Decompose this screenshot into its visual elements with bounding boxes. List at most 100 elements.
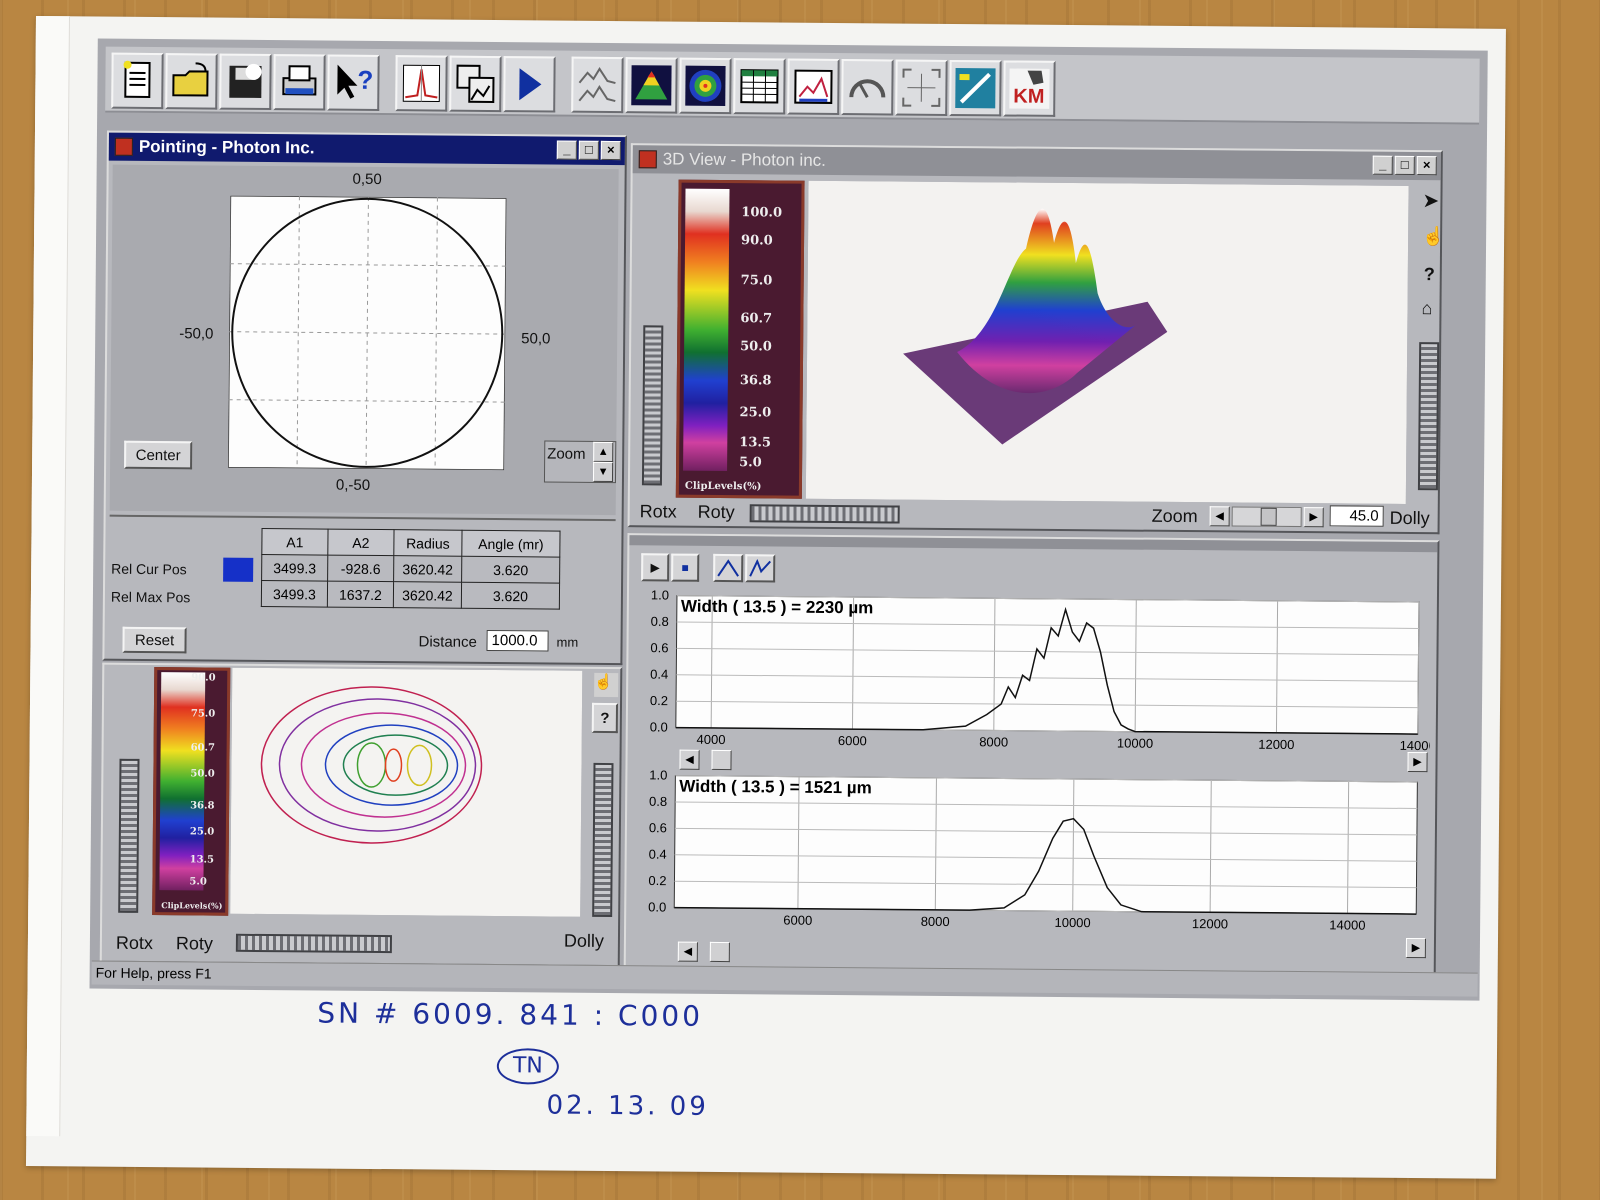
zoom-down-button[interactable]: ▼ bbox=[592, 461, 614, 483]
2d-view-window[interactable]: 90.0 75.0 60.7 50.0 36.8 25.0 13.5 5.0 C… bbox=[99, 662, 623, 968]
context-help-button[interactable]: ? bbox=[327, 54, 380, 111]
3d-view-titlebar[interactable]: 3D View - Photon inc. _ □ × bbox=[632, 145, 1441, 181]
minimize-button[interactable]: _ bbox=[1372, 155, 1393, 175]
roty-label: Roty bbox=[697, 501, 735, 523]
x-tick-label: 12000 bbox=[1192, 916, 1228, 931]
help-tool-icon[interactable]: ? bbox=[1424, 264, 1435, 285]
handwritten-date: 02. 13. 09 bbox=[546, 1090, 709, 1122]
y-tick-label: 1.0 bbox=[651, 589, 669, 602]
new-file-button[interactable] bbox=[111, 52, 164, 110]
x-tick-label: 12000 bbox=[1258, 737, 1294, 752]
save-button[interactable] bbox=[219, 53, 272, 111]
zoom-right-button[interactable]: ▶ bbox=[1303, 507, 1324, 528]
gauge-icon bbox=[849, 79, 886, 98]
pointing-target[interactable] bbox=[228, 195, 507, 471]
left-slider[interactable] bbox=[118, 758, 140, 913]
zoom-left-button[interactable]: ◀ bbox=[1209, 506, 1230, 527]
maximize-button[interactable]: □ bbox=[578, 140, 599, 160]
zoom-value[interactable]: 45.0 bbox=[1329, 505, 1384, 527]
handwritten-initials: TN bbox=[496, 1048, 560, 1085]
y-tick-label: 0.8 bbox=[651, 614, 669, 629]
zoom-track[interactable] bbox=[1231, 506, 1302, 528]
beam-profile-icon bbox=[402, 64, 441, 103]
profile1-scroll-right[interactable]: ▶ bbox=[1407, 751, 1428, 773]
reset-button[interactable]: Reset bbox=[122, 626, 187, 654]
histogram-button[interactable] bbox=[571, 56, 624, 114]
svg-text:?: ? bbox=[357, 65, 373, 95]
histogram-icon bbox=[578, 67, 616, 103]
3d-view-icon bbox=[631, 65, 672, 106]
print-icon bbox=[282, 65, 317, 96]
col-angle: Angle (mr) bbox=[461, 530, 561, 558]
beam-profile-button[interactable] bbox=[395, 55, 448, 112]
distance-input[interactable]: 1000.0 bbox=[486, 629, 549, 652]
pointing-titlebar[interactable]: Pointing - Photon Inc. _ □ × bbox=[108, 132, 625, 166]
2d-contour-button[interactable] bbox=[679, 57, 732, 115]
crosshair-icon bbox=[902, 68, 941, 107]
profile-titlebar[interactable] bbox=[629, 535, 1438, 553]
horizontal-profile-chart: 4000 6000 8000 10000 12000 14000 0.0 0.2 0.4 0.6 0… bbox=[650, 589, 1431, 753]
zoom-label: Zoom bbox=[1151, 505, 1198, 527]
right-slider[interactable] bbox=[592, 762, 614, 918]
profile-play-button[interactable]: ▶ bbox=[641, 553, 670, 582]
crosshair-button[interactable] bbox=[895, 59, 948, 116]
application-window: ? KM Pointing - Photon Inc. _ □ × 0,50 0… bbox=[89, 38, 1488, 1001]
km-button[interactable]: KM bbox=[1003, 60, 1056, 117]
help-button[interactable]: ? bbox=[591, 702, 619, 734]
maximize-button[interactable]: □ bbox=[1394, 155, 1415, 176]
pointing-plot-area: 0,50 0,-50 -50,0 50,0 Center Zoom ▲ ▼ bbox=[109, 164, 619, 516]
open-button[interactable] bbox=[165, 53, 218, 110]
profile-window[interactable]: ▶ ■ 4000 6000 8000 10000 12000 14000 0.0 0.2 0.4… bbox=[623, 533, 1440, 977]
left-slider[interactable] bbox=[641, 325, 664, 486]
gauge-button[interactable] bbox=[841, 59, 894, 116]
zoom-spinner[interactable]: Zoom ▲ ▼ bbox=[543, 440, 617, 484]
3d-view-button[interactable] bbox=[625, 57, 678, 114]
play-icon bbox=[519, 68, 542, 101]
print-button[interactable] bbox=[273, 54, 326, 111]
profile1-scroll-left[interactable]: ◀ bbox=[679, 749, 700, 770]
3d-view-window[interactable]: 3D View - Photon inc. _ □ × 100.0 90.0 7… bbox=[627, 143, 1445, 535]
x-tick-label: 14000 bbox=[1329, 917, 1365, 932]
close-button[interactable]: × bbox=[1416, 156, 1437, 176]
divider bbox=[109, 514, 616, 522]
roty-slider[interactable] bbox=[235, 933, 392, 954]
profile-stop-button[interactable]: ■ bbox=[671, 553, 700, 582]
minimize-button[interactable]: _ bbox=[556, 140, 577, 160]
spreadsheet-button[interactable] bbox=[733, 58, 786, 115]
new-file-icon bbox=[123, 60, 151, 99]
profile2-scroll-right[interactable]: ▶ bbox=[1405, 937, 1427, 959]
zoom-up-button[interactable]: ▲ bbox=[593, 441, 614, 463]
distance-unit: mm bbox=[556, 634, 579, 650]
right-slider[interactable] bbox=[1417, 342, 1440, 491]
profile-peak-button[interactable] bbox=[713, 553, 744, 583]
run-button[interactable] bbox=[503, 56, 556, 113]
pointing-window[interactable]: Pointing - Photon Inc. _ □ × 0,50 0,-50 … bbox=[102, 130, 627, 666]
hand-tool-icon[interactable]: ☝ bbox=[1422, 226, 1445, 247]
report-button[interactable] bbox=[787, 58, 840, 116]
pointer-tool-icon[interactable]: ➤ bbox=[1422, 188, 1439, 213]
profile2-scroll-thumb[interactable] bbox=[709, 941, 730, 963]
status-text: For Help, press F1 bbox=[95, 964, 212, 982]
vertical-profile-chart: 6000 8000 10000 12000 14000 0.0 0.2 0.4 0.6 0.8 1.… bbox=[648, 769, 1418, 933]
x-tick-label: 8000 bbox=[979, 734, 1008, 749]
profile2-scroll-left[interactable]: ◀ bbox=[677, 941, 698, 962]
position-marker-swatch bbox=[223, 557, 254, 582]
profile-fit-button[interactable] bbox=[745, 554, 776, 583]
close-button[interactable]: × bbox=[600, 140, 621, 161]
roty-label: Roty bbox=[175, 933, 214, 954]
app-icon bbox=[114, 137, 133, 156]
clip-levels-bar-2d: 90.0 75.0 60.7 50.0 36.8 25.0 13.5 5.0 C… bbox=[152, 667, 231, 916]
report-icon bbox=[794, 69, 833, 104]
roty-slider[interactable] bbox=[749, 504, 900, 524]
center-button[interactable]: Center bbox=[124, 440, 193, 470]
hand-icon[interactable]: ☝ bbox=[594, 672, 619, 698]
profile1-scroll-thumb[interactable] bbox=[711, 749, 732, 771]
measure-button[interactable] bbox=[949, 59, 1002, 117]
multi-window-button[interactable] bbox=[449, 55, 502, 113]
zoom-thumb[interactable] bbox=[1260, 507, 1277, 526]
x-tick-label: 10000 bbox=[1117, 735, 1153, 750]
home-tool-icon[interactable]: ⌂ bbox=[1421, 298, 1432, 319]
rotx-label: Rotx bbox=[639, 501, 677, 522]
x-tick-label: 8000 bbox=[921, 914, 950, 929]
axis-left-label: -50,0 bbox=[179, 325, 214, 343]
